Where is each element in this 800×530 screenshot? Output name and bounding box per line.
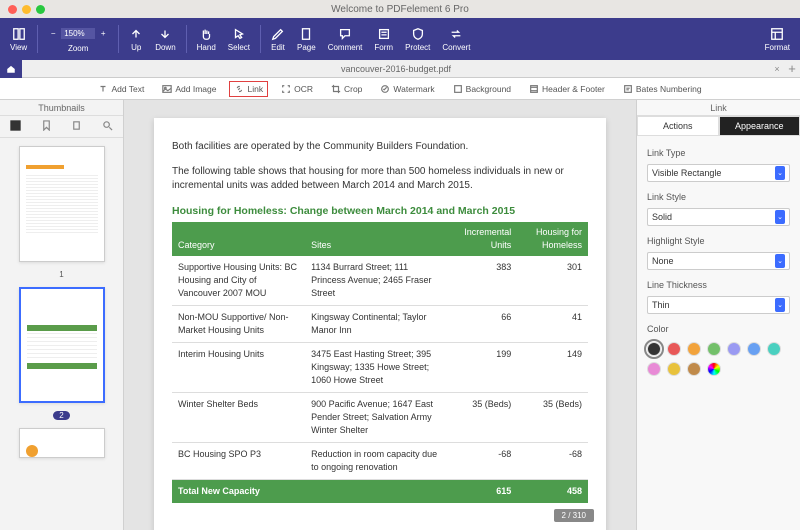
add-image-button[interactable]: Add Image	[157, 81, 221, 97]
form-button[interactable]: Form	[370, 21, 397, 57]
paragraph: The following table shows that housing f…	[172, 165, 588, 194]
sidebar-tabs	[0, 116, 123, 138]
format-button[interactable]: Format	[761, 21, 794, 57]
edit-toolbar: Add Text Add Image Link OCR Crop Waterma…	[0, 78, 800, 100]
zoom-out-button[interactable]: −	[48, 29, 58, 39]
tab-close-button[interactable]: ×	[770, 64, 784, 74]
sidebar-title: Thumbnails	[0, 100, 123, 116]
link-style-label: Link Style	[647, 192, 790, 202]
add-text-button[interactable]: Add Text	[93, 81, 149, 97]
search-tab-icon[interactable]	[102, 120, 113, 134]
chevron-down-icon: ⌄	[775, 254, 785, 268]
actions-tab[interactable]: Actions	[637, 116, 719, 136]
select-button[interactable]: Select	[224, 21, 254, 57]
chevron-down-icon: ⌄	[775, 298, 785, 312]
link-type-select[interactable]: Visible Rectangle⌄	[647, 164, 790, 182]
page-content: Both facilities are operated by the Comm…	[154, 118, 606, 530]
background-button[interactable]: Background	[448, 81, 516, 97]
zoom-select[interactable]	[61, 28, 95, 39]
thumbnail-page-3[interactable]	[19, 428, 105, 458]
highlight-style-select[interactable]: None⌄	[647, 252, 790, 270]
zoom-window-button[interactable]	[36, 5, 45, 14]
color-swatch[interactable]	[747, 342, 761, 356]
ocr-button[interactable]: OCR	[276, 81, 318, 97]
header-footer-button[interactable]: Header & Footer	[524, 81, 610, 97]
table-row: Interim Housing Units3475 East Hasting S…	[172, 343, 588, 393]
bookmarks-tab-icon[interactable]	[41, 120, 52, 134]
color-swatches	[647, 342, 790, 376]
tab-add-button[interactable]: +	[784, 61, 800, 76]
color-swatch[interactable]	[767, 342, 781, 356]
table-title: Housing for Homeless: Change between Mar…	[172, 204, 588, 219]
zoom-in-button[interactable]: +	[98, 29, 108, 39]
color-swatch[interactable]	[667, 342, 681, 356]
table-row: Winter Shelter Beds900 Pacific Avenue; 1…	[172, 393, 588, 443]
color-swatch[interactable]	[687, 362, 701, 376]
panel-tabs: Actions Appearance	[637, 116, 800, 136]
color-swatch[interactable]	[727, 342, 741, 356]
window-titlebar: Welcome to PDFelement 6 Pro	[0, 0, 800, 18]
appearance-tab[interactable]: Appearance	[719, 116, 800, 136]
up-button[interactable]: Up	[125, 21, 147, 57]
comment-button[interactable]: Comment	[324, 21, 367, 57]
main-ribbon: View −+ Zoom Up Down Hand Select Edit Pa…	[0, 18, 800, 60]
close-window-button[interactable]	[8, 5, 17, 14]
hand-button[interactable]: Hand	[193, 21, 220, 57]
link-type-label: Link Type	[647, 148, 790, 158]
document-tab-bar: vancouver-2016-budget.pdf × +	[0, 60, 800, 78]
attachments-tab-icon[interactable]	[71, 120, 82, 134]
color-label: Color	[647, 324, 790, 334]
page-indicator: 2 / 310	[554, 509, 594, 522]
color-swatch[interactable]	[647, 342, 661, 356]
color-picker-icon[interactable]	[707, 362, 721, 376]
thumbnail-number: 1	[59, 270, 63, 279]
minimize-window-button[interactable]	[22, 5, 31, 14]
link-style-select[interactable]: Solid⌄	[647, 208, 790, 226]
crop-button[interactable]: Crop	[326, 81, 367, 97]
convert-button[interactable]: Convert	[438, 21, 474, 57]
zoom-group[interactable]: −+ Zoom	[44, 21, 112, 57]
bates-numbering-button[interactable]: Bates Numbering	[618, 81, 707, 97]
highlight-style-label: Highlight Style	[647, 236, 790, 246]
view-button[interactable]: View	[6, 21, 31, 57]
paragraph: Both facilities are operated by the Comm…	[172, 140, 588, 155]
data-table: Category Sites Incremental Units Housing…	[172, 222, 588, 504]
color-swatch[interactable]	[667, 362, 681, 376]
color-swatch[interactable]	[647, 362, 661, 376]
down-button[interactable]: Down	[151, 21, 179, 57]
chevron-down-icon: ⌄	[775, 166, 785, 180]
thumbnail-page-1[interactable]	[19, 146, 105, 262]
thumbnail-number: 2	[53, 411, 69, 420]
line-thickness-label: Line Thickness	[647, 280, 790, 290]
table-row: Non-MOU Supportive/ Non-Market Housing U…	[172, 305, 588, 342]
table-row: Supportive Housing Units: BC Housing and…	[172, 256, 588, 306]
edit-button[interactable]: Edit	[267, 21, 289, 57]
home-tab[interactable]	[0, 60, 22, 78]
color-swatch[interactable]	[707, 342, 721, 356]
chevron-down-icon: ⌄	[775, 210, 785, 224]
watermark-button[interactable]: Watermark	[375, 81, 439, 97]
table-total-row: Total New Capacity615458	[172, 480, 588, 504]
thumbnail-list[interactable]: 1 2	[0, 138, 123, 530]
thumbnails-tab-icon[interactable]	[10, 120, 21, 134]
window-title: Welcome to PDFelement 6 Pro	[331, 4, 469, 15]
document-tab[interactable]: vancouver-2016-budget.pdf	[22, 64, 770, 74]
thumbnail-page-2[interactable]	[19, 287, 105, 403]
line-thickness-select[interactable]: Thin⌄	[647, 296, 790, 314]
protect-button[interactable]: Protect	[401, 21, 434, 57]
left-sidebar: Thumbnails 1 2	[0, 100, 124, 530]
traffic-lights	[8, 5, 45, 14]
color-swatch[interactable]	[687, 342, 701, 356]
panel-title: Link	[637, 100, 800, 116]
table-row: BC Housing SPO P3Reduction in room capac…	[172, 443, 588, 480]
link-button[interactable]: Link	[229, 81, 268, 97]
right-panel: Link Actions Appearance Link Type Visibl…	[636, 100, 800, 530]
document-viewport[interactable]: Both facilities are operated by the Comm…	[124, 100, 636, 530]
page-button[interactable]: Page	[293, 21, 320, 57]
